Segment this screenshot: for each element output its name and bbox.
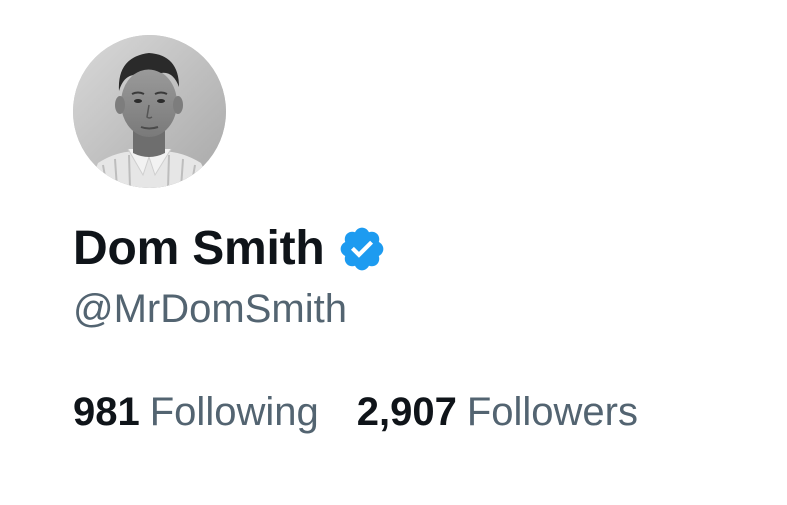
avatar-photo — [73, 35, 226, 188]
display-name: Dom Smith — [73, 222, 325, 275]
avatar[interactable] — [73, 35, 226, 188]
following-label: Following — [149, 390, 319, 434]
followers-count: 2,907 — [356, 390, 457, 434]
following-count: 981 — [73, 390, 140, 434]
profile-stats: 981 Following 2,907 Followers — [73, 392, 638, 432]
following-link[interactable]: 981 Following — [73, 392, 319, 432]
verified-badge-icon[interactable] — [337, 224, 387, 274]
name-row: Dom Smith — [73, 218, 387, 280]
followers-link[interactable]: 2,907 Followers — [357, 392, 638, 432]
user-handle: @MrDomSmith — [73, 287, 347, 331]
followers-label: Followers — [466, 390, 638, 434]
